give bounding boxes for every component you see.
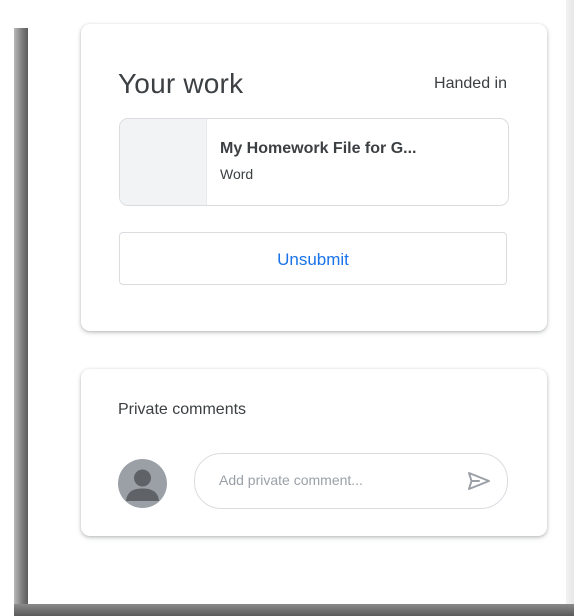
private-comments-card: Private comments xyxy=(81,369,547,536)
unsubmit-button[interactable]: Unsubmit xyxy=(119,232,507,285)
attachment-thumbnail xyxy=(120,119,207,205)
frame-edge-bottom xyxy=(14,604,574,616)
your-work-card: Your work Handed in My Homework File for… xyxy=(81,24,547,331)
attachment-card[interactable]: My Homework File for G... Word xyxy=(119,118,509,206)
send-icon xyxy=(468,472,490,490)
avatar xyxy=(118,459,167,508)
frame-edge-right xyxy=(566,0,574,616)
person-icon xyxy=(126,469,159,501)
private-comments-title: Private comments xyxy=(118,401,247,418)
attachment-name: My Homework File for G... xyxy=(220,140,417,157)
attachment-type: Word xyxy=(220,166,254,182)
send-comment-button[interactable] xyxy=(465,467,493,495)
submission-status: Handed in xyxy=(434,75,507,92)
private-comment-box xyxy=(194,453,508,509)
private-comment-input[interactable] xyxy=(219,454,439,506)
frame-edge-left xyxy=(14,28,28,616)
screenshot-frame: Your work Handed in My Homework File for… xyxy=(0,0,574,616)
your-work-title: Your work xyxy=(118,68,244,99)
